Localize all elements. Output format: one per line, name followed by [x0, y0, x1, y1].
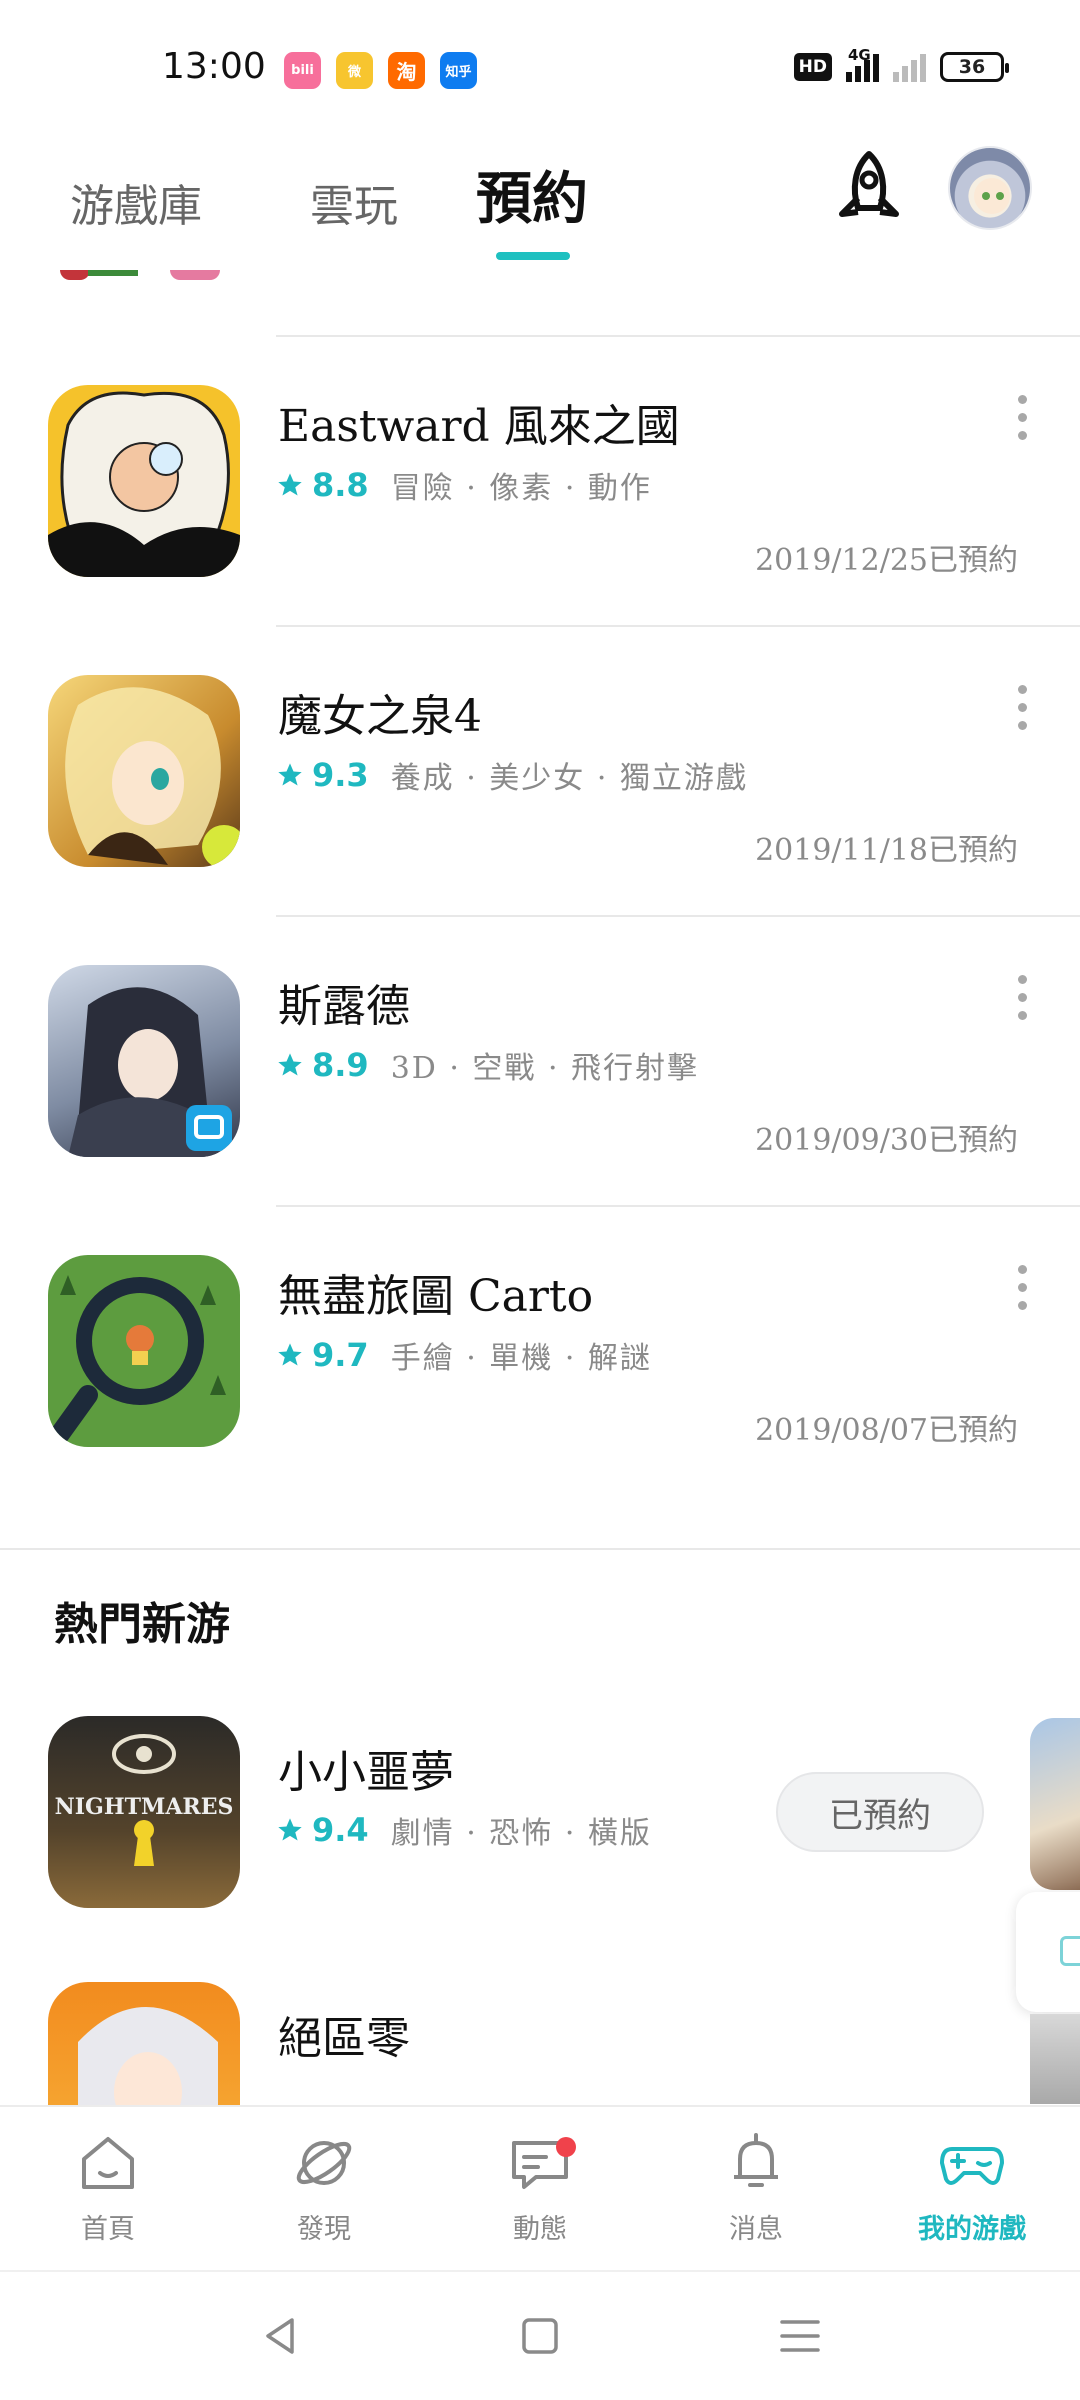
menu-icon[interactable] [776, 2312, 824, 2360]
more-options-icon[interactable] [1012, 1265, 1032, 1335]
reserved-button[interactable]: 已預約 [776, 1772, 984, 1852]
game-score: 8.8 [312, 466, 369, 504]
hd-icon: HD [793, 53, 832, 81]
reservation-item[interactable]: 斯露德 8.9 3D · 空戰 · 飛行射擊 2019/09/30已預約 [0, 915, 1080, 1205]
game-cover [48, 1982, 240, 2105]
nav-messages[interactable]: 消息 [648, 2107, 864, 2270]
nav-home[interactable]: 首頁 [0, 2107, 216, 2270]
game-tags: 劇情 · 恐怖 · 橫版 [390, 1816, 652, 1851]
game-score: 9.7 [312, 1336, 369, 1374]
nav-my-games[interactable]: 我的游戲 [864, 2107, 1080, 2270]
home-square-icon[interactable] [516, 2312, 564, 2360]
game-cover [48, 385, 240, 577]
back-icon[interactable] [258, 2312, 306, 2360]
signal-secondary-icon [893, 52, 926, 82]
zhihu-icon: 知乎 [440, 52, 477, 89]
nav-label: 我的游戲 [918, 2214, 1026, 2245]
game-title: 絕區零 [278, 2013, 410, 2064]
status-time: 13:00 [162, 46, 266, 87]
game-cover [48, 965, 240, 1157]
game-meta: 8.8 冒險 · 像素 · 動作 [276, 463, 652, 507]
star-icon [278, 1343, 302, 1366]
nav-feed[interactable]: 動態 [432, 2107, 648, 2270]
hot-game-item[interactable]: 絕區零 [0, 1982, 1080, 2105]
home-icon [82, 2137, 134, 2189]
reservation-item[interactable]: 無盡旅圖 Carto 9.7 手繪 · 單機 · 解謎 2019/08/07已預… [0, 1205, 1080, 1495]
reservation-item[interactable]: Eastward 風來之國 8.8 冒險 · 像素 · 動作 2019/12/2… [0, 335, 1080, 625]
star-icon [278, 1053, 302, 1076]
carousel-peek-card[interactable] [1030, 2014, 1080, 2104]
game-title: 斯露德 [278, 981, 410, 1032]
active-tab-indicator [496, 252, 570, 260]
game-score: 9.3 [312, 756, 369, 794]
bell-icon [734, 2133, 778, 2187]
game-tags: 3D · 空戰 · 飛行射擊 [390, 1051, 700, 1086]
tab-game-library[interactable]: 游戲庫 [70, 170, 202, 234]
system-status-icons: HD 4G 36 [793, 46, 1009, 82]
bilibili-icon: bili [284, 52, 321, 89]
system-navigation-bar [0, 2270, 1080, 2400]
cover-title: NIGHTMARES [54, 1794, 234, 1820]
notification-badge [556, 2137, 576, 2157]
reservation-date: 2019/08/07已預約 [755, 1413, 1018, 1448]
game-meta: 9.7 手繪 · 單機 · 解謎 [276, 1333, 652, 1377]
tab-reservations[interactable]: 預約 [476, 154, 588, 235]
reservation-date: 2019/11/18已預約 [755, 833, 1018, 868]
star-icon [278, 763, 302, 786]
planet-icon [296, 2141, 352, 2185]
carousel-peek-card[interactable] [1030, 1718, 1080, 1890]
battery-icon: 36 [940, 52, 1009, 82]
game-cover [48, 1255, 240, 1447]
game-cover [48, 675, 240, 867]
status-bar: 13:00 bili 微 淘 知乎 HD 4G 36 [0, 0, 1080, 130]
nav-label: 首頁 [81, 2214, 135, 2245]
previous-item-cut [60, 270, 230, 288]
section-divider [0, 1548, 1080, 1550]
game-title: 魔女之泉4 [278, 691, 482, 742]
star-icon [278, 1818, 302, 1841]
nav-label: 動態 [513, 2214, 567, 2245]
top-tab-bar: 游戲庫 雲玩 預約 [0, 130, 1080, 265]
game-title: 小小噩夢 [278, 1747, 454, 1798]
notification-app-icons: bili 微 淘 知乎 [284, 52, 477, 89]
game-score: 8.9 [312, 1046, 369, 1084]
rocket-icon[interactable] [832, 148, 906, 232]
nav-label: 發現 [297, 2214, 351, 2245]
game-title: 無盡旅圖 Carto [278, 1271, 594, 1322]
weibo-icon: 微 [336, 52, 373, 89]
reservation-item[interactable]: 魔女之泉4 9.3 養成 · 美少女 · 獨立游戲 2019/11/18已預約 [0, 625, 1080, 915]
signal-icon: 4G [846, 46, 879, 82]
section-title: 熱門新游 [54, 1599, 230, 1650]
more-options-icon[interactable] [1012, 395, 1032, 465]
game-cover: NIGHTMARES [48, 1716, 240, 1908]
game-tags: 冒險 · 像素 · 動作 [390, 471, 652, 506]
floating-download-button[interactable] [1016, 1892, 1080, 2012]
game-tags: 手繪 · 單機 · 解謎 [390, 1341, 652, 1376]
star-icon [278, 473, 302, 496]
game-meta: 8.9 3D · 空戰 · 飛行射擊 [276, 1043, 699, 1087]
tab-cloud-play[interactable]: 雲玩 [310, 170, 398, 234]
nav-discover[interactable]: 發現 [216, 2107, 432, 2270]
reservation-date: 2019/09/30已預約 [755, 1123, 1018, 1158]
game-tags: 養成 · 美少女 · 獨立游戲 [390, 761, 748, 796]
reservation-date: 2019/12/25已預約 [755, 543, 1018, 578]
bottom-navigation: 首頁 發現 動態 消息 我的游戲 [0, 2105, 1080, 2270]
nav-label: 消息 [729, 2214, 783, 2245]
user-avatar[interactable] [948, 146, 1032, 230]
game-title: Eastward 風來之國 [278, 401, 680, 452]
more-options-icon[interactable] [1012, 685, 1032, 755]
more-options-icon[interactable] [1012, 975, 1032, 1045]
game-meta: 9.3 養成 · 美少女 · 獨立游戲 [276, 753, 748, 797]
hot-game-item[interactable]: NIGHTMARES 小小噩夢 9.4 劇情 · 恐怖 · 橫版 已預約 [0, 1716, 1080, 1976]
game-meta: 9.4 劇情 · 恐怖 · 橫版 [276, 1808, 652, 1852]
gamepad-icon [940, 2147, 1004, 2185]
taobao-icon: 淘 [388, 52, 425, 89]
game-score: 9.4 [312, 1811, 369, 1849]
